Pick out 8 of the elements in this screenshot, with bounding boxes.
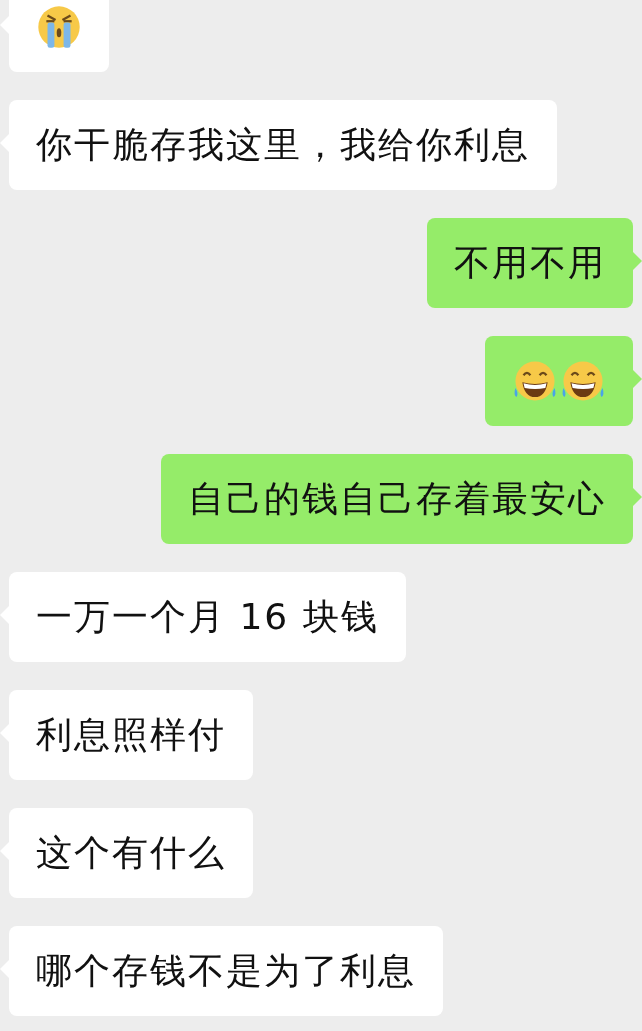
message-text: 哪个存钱不是为了利息 (36, 948, 416, 993)
crying-face-icon (36, 4, 82, 50)
message-text: 你干脆存我这里，我给你利息 (36, 122, 530, 167)
message-text: 利息照样付 (36, 712, 226, 757)
message-text: 一万一个月 16 块钱 (36, 594, 379, 639)
message-text: 不用不用 (454, 240, 606, 285)
message-text: 这个有什么 (36, 830, 226, 875)
message-text: 自己的钱自己存着最安心 (188, 476, 606, 521)
